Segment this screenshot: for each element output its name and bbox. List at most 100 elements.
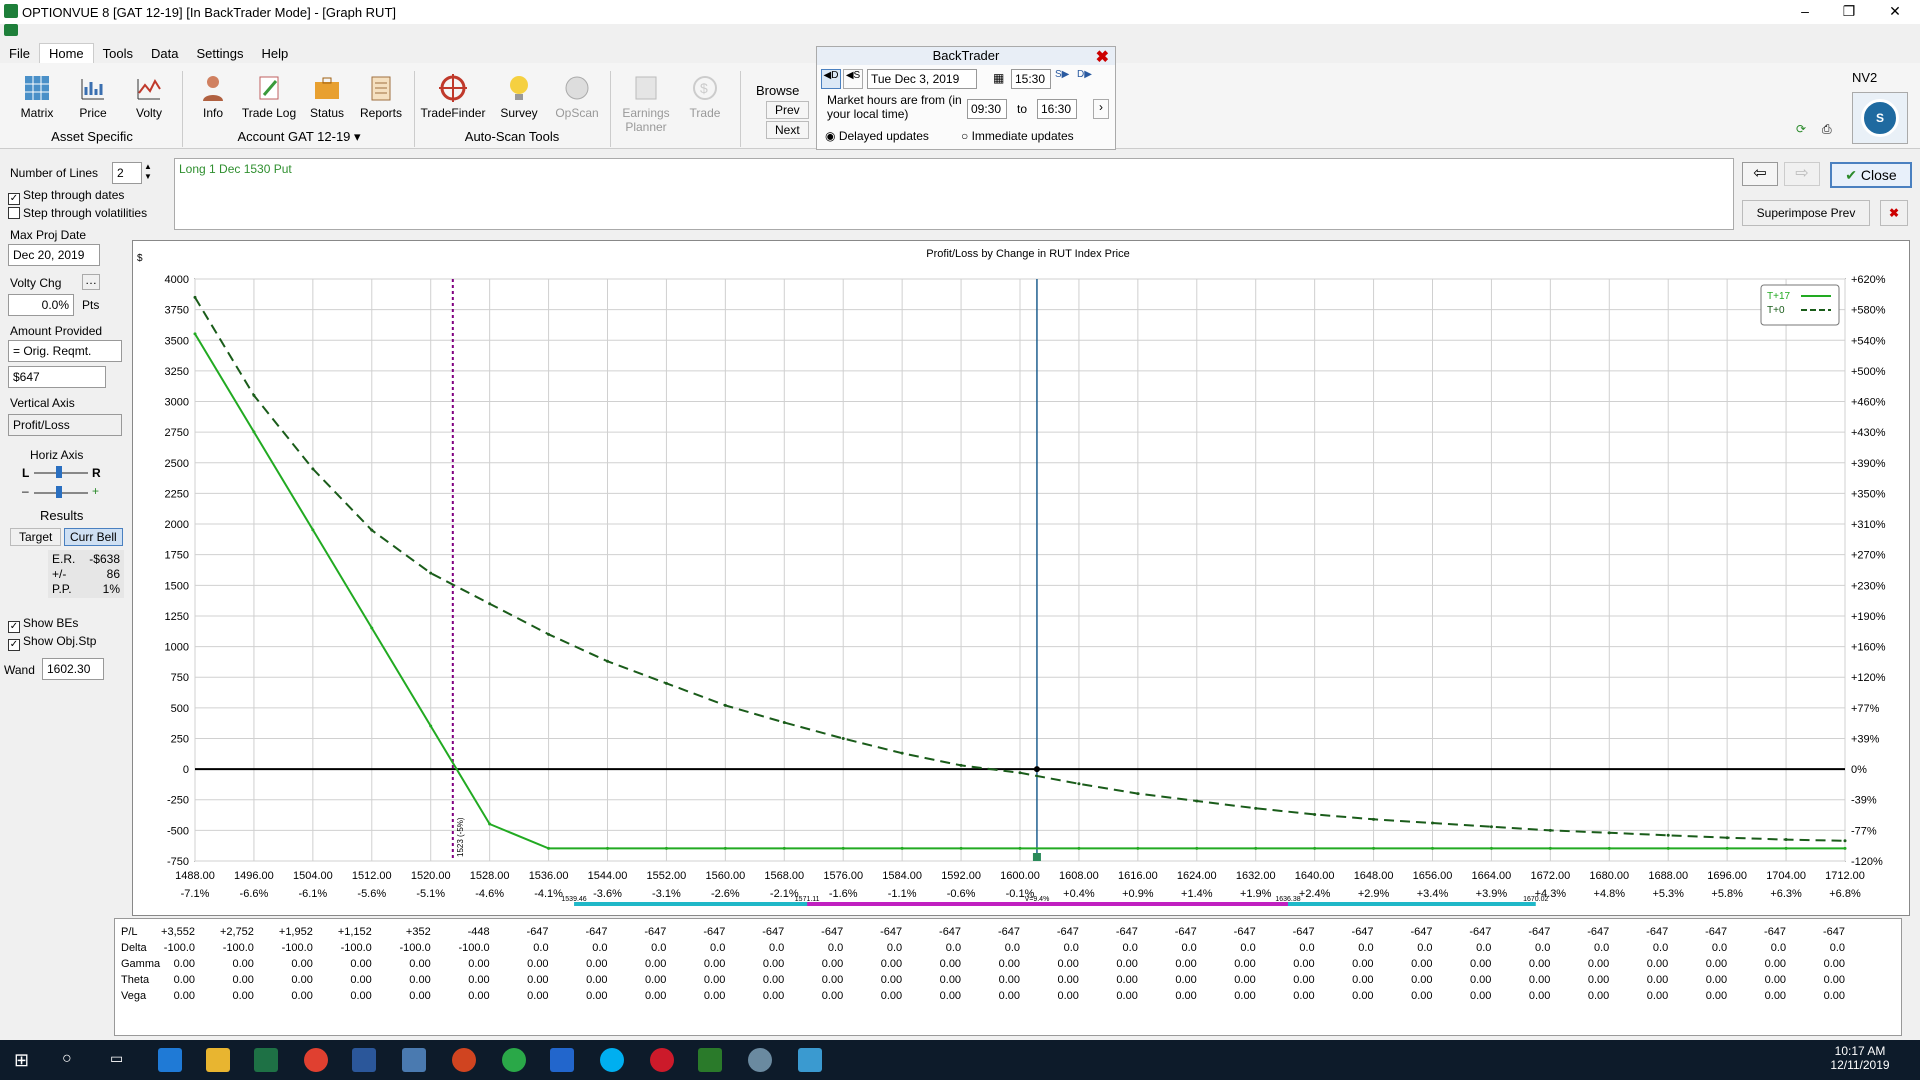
backtrader-close-icon[interactable]: ✖: [1096, 47, 1109, 67]
menu-data[interactable]: Data: [142, 44, 187, 63]
app-icon[interactable]: [402, 1048, 426, 1072]
menu-home[interactable]: Home: [38, 43, 94, 63]
minus-icon[interactable]: –: [22, 484, 29, 498]
plus-icon[interactable]: +: [92, 484, 99, 498]
series-point: [1666, 833, 1670, 837]
tradefinder-button[interactable]: TradeFinder: [420, 73, 486, 120]
tradelog-label: Trade Log: [241, 106, 297, 120]
max-proj-input[interactable]: Dec 20, 2019: [8, 244, 100, 266]
status-button[interactable]: Status: [298, 73, 356, 120]
matrix-button[interactable]: Matrix: [8, 73, 66, 120]
survey-button[interactable]: Survey: [490, 73, 548, 120]
todo-icon[interactable]: [550, 1048, 574, 1072]
account-selector[interactable]: Account GAT 12-19 ▾: [184, 129, 414, 145]
superimpose-button[interactable]: Superimpose Prev: [1742, 200, 1870, 226]
greenshot-icon[interactable]: [502, 1048, 526, 1072]
num-lines-input[interactable]: 2: [112, 162, 142, 184]
printer-icon[interactable]: ⎙: [1822, 122, 1832, 137]
powerpoint-icon[interactable]: [452, 1048, 476, 1072]
ellipsis-button[interactable]: …: [82, 274, 100, 290]
backtrader-date[interactable]: Tue Dec 3, 2019: [867, 69, 977, 89]
browse-next-button[interactable]: Next: [766, 121, 809, 139]
close-window-button[interactable]: ✕: [1872, 0, 1918, 24]
x-tick-label: 1520.00: [411, 870, 451, 882]
step-forward-session-icon[interactable]: S▶: [1055, 69, 1075, 89]
immediate-updates-radio[interactable]: ○ Immediate updates: [961, 129, 1074, 143]
taskview-icon[interactable]: ▭: [110, 1050, 123, 1067]
menu-help[interactable]: Help: [252, 44, 297, 63]
delta-cell: 0.0: [887, 942, 902, 954]
backtrader-time[interactable]: 15:30: [1011, 69, 1051, 89]
skype-icon[interactable]: [600, 1048, 624, 1072]
snowflake-icon[interactable]: [798, 1048, 822, 1072]
refresh-icon[interactable]: ⟳: [1796, 122, 1806, 136]
spinner-icon[interactable]: ▲ ▼: [144, 162, 152, 182]
clock[interactable]: 10:17 AM 12/11/2019: [1810, 1044, 1910, 1072]
menu-settings[interactable]: Settings: [187, 44, 252, 63]
vega-cell: 0.00: [763, 990, 784, 1002]
x-pct-label: -4.6%: [475, 888, 504, 900]
minimize-button[interactable]: –: [1782, 0, 1828, 24]
edge-icon[interactable]: [158, 1048, 182, 1072]
pl-cell: -647: [585, 926, 607, 938]
pts-label: Pts: [82, 298, 100, 312]
optionvue-graph-task-icon[interactable]: [748, 1048, 772, 1072]
target-button[interactable]: Target: [10, 528, 62, 546]
tradelog-button[interactable]: Trade Log: [240, 73, 298, 120]
windows-start-icon[interactable]: ⊞: [14, 1050, 29, 1071]
x-tick-label: 1584.00: [882, 870, 922, 882]
slider-thumb[interactable]: [56, 466, 62, 478]
wand-input[interactable]: 1602.30: [42, 658, 104, 680]
browse-prev-button[interactable]: Prev: [766, 101, 809, 119]
menu-file[interactable]: File: [0, 44, 39, 63]
clear-x-icon[interactable]: ✖: [1880, 200, 1908, 226]
info-button[interactable]: Info: [184, 73, 242, 120]
mdi-icon: [4, 24, 18, 36]
forward-arrow-icon[interactable]: ⇨: [1784, 162, 1820, 186]
vega-cell: 0.00: [586, 990, 607, 1002]
market-to-input[interactable]: 16:30: [1037, 99, 1077, 119]
trade-button[interactable]: $ Trade: [676, 73, 734, 120]
step-forward-day-icon[interactable]: D▶: [1077, 69, 1097, 89]
vertical-axis-select[interactable]: Profit/Loss: [8, 414, 122, 436]
nv2-logo[interactable]: S: [1852, 92, 1908, 144]
calendar-icon[interactable]: ▦: [993, 71, 1004, 85]
curr-bell-button[interactable]: Curr Bell: [64, 528, 123, 546]
delayed-updates-radio[interactable]: ◉ Delayed updates: [825, 129, 929, 143]
step-back-day-icon[interactable]: ◀D: [821, 69, 841, 89]
chrome-icon[interactable]: [304, 1048, 328, 1072]
amount-select[interactable]: = Orig. Reqmt.: [8, 340, 122, 362]
y-pct-label: +350%: [1851, 488, 1886, 500]
x-pct-label: -1.6%: [829, 888, 858, 900]
maximize-button[interactable]: ❐: [1826, 0, 1872, 24]
amount-input[interactable]: $647: [8, 366, 106, 388]
excel-icon[interactable]: [254, 1048, 278, 1072]
show-obj-checkbox[interactable]: ✓ Show Obj.Stp: [8, 634, 96, 651]
position-notes[interactable]: Long 1 Dec 1530 Put: [174, 158, 1734, 230]
chevron-right-icon[interactable]: ›: [1093, 99, 1109, 119]
step-dates-checkbox[interactable]: ✓ Step through dates: [8, 188, 124, 205]
back-arrow-icon[interactable]: ⇦: [1742, 162, 1778, 186]
zoom-slider-thumb[interactable]: [56, 486, 62, 498]
market-from-input[interactable]: 09:30: [967, 99, 1007, 119]
show-bes-checkbox[interactable]: ✓ Show BEs: [8, 616, 78, 633]
close-button[interactable]: ✔ Close: [1830, 162, 1912, 188]
explorer-icon[interactable]: [206, 1048, 230, 1072]
vega-cell: 0.00: [1824, 990, 1845, 1002]
opera-icon[interactable]: [650, 1048, 674, 1072]
opscan-button[interactable]: OpScan: [548, 73, 606, 120]
lightbulb-icon: [510, 76, 528, 100]
price-button[interactable]: Price: [64, 73, 122, 120]
step-back-session-icon[interactable]: ◀S: [843, 69, 863, 89]
search-icon[interactable]: ○: [62, 1050, 72, 1068]
optionvue-task-icon[interactable]: [698, 1048, 722, 1072]
reports-button[interactable]: Reports: [352, 73, 410, 120]
earnings-planner-button[interactable]: Earnings Planner: [614, 73, 678, 134]
volty-input[interactable]: 0.0%: [8, 294, 74, 316]
volty-button[interactable]: Volty: [120, 73, 178, 120]
word-icon[interactable]: [352, 1048, 376, 1072]
menu-tools[interactable]: Tools: [94, 44, 142, 63]
pl-cell: -647: [821, 926, 843, 938]
step-vols-checkbox[interactable]: Step through volatilities: [8, 206, 147, 220]
theta-cell: 0.00: [940, 974, 961, 986]
